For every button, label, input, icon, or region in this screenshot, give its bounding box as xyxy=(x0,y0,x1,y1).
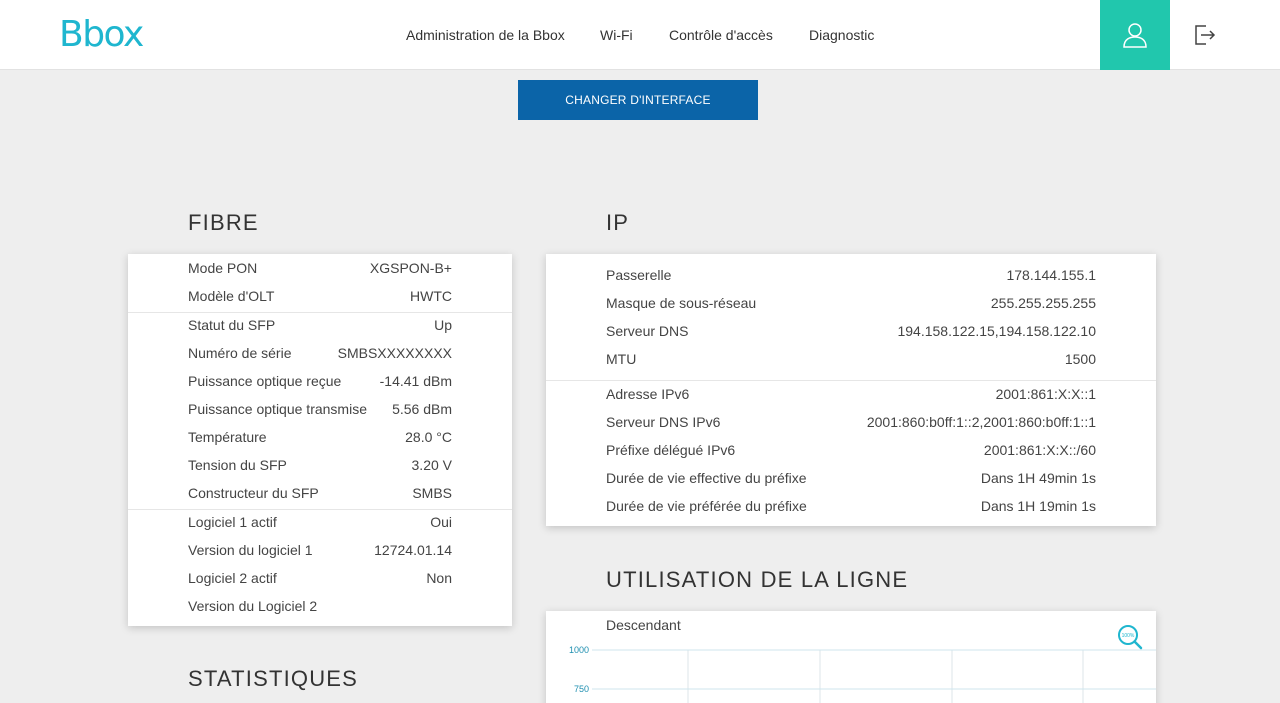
ip-row-value: 194.158.122.15,194.158.122.10 xyxy=(897,323,1096,339)
fibre-row: Puissance optique reçue -14.41 dBm xyxy=(128,368,512,396)
fibre-row: Version du logiciel 1 12724.01.14 xyxy=(128,537,512,565)
ip-row: Masque de sous-réseau 255.255.255.255 xyxy=(546,290,1156,318)
fibre-row-label: Logiciel 1 actif xyxy=(188,514,277,530)
ligne-chart-card: Descendant 100% 1000 750 xyxy=(546,611,1156,703)
ip-row-value: 2001:860:b0ff:1::2,2001:860:b0ff:1::1 xyxy=(866,414,1096,430)
fibre-card: Mode PON XGSPON-B+ Modèle d'OLT HWTC Statut … xyxy=(128,254,512,626)
nav-controle-acces[interactable]: Contrôle d'accès xyxy=(669,27,773,43)
fibre-row-label: Numéro de série xyxy=(188,345,292,361)
fibre-row-label: Tension du SFP xyxy=(188,457,287,473)
fibre-row: Version du Logiciel 2 xyxy=(128,593,512,621)
fibre-row-value: 12724.01.14 xyxy=(374,542,452,558)
fibre-row-label: Température xyxy=(188,429,267,445)
statistiques-section-title: STATISTIQUES xyxy=(188,666,359,691)
fibre-row-value: 3.20 V xyxy=(411,457,452,473)
fibre-row-label: Statut du SFP xyxy=(188,317,276,333)
line-chart: 1000 750 xyxy=(569,645,1156,703)
ip-row-value: 255.255.255.255 xyxy=(990,295,1096,311)
ip-row-label: Masque de sous-réseau xyxy=(606,295,757,311)
fibre-row-value: 28.0 °C xyxy=(405,429,452,445)
fibre-row: Tension du SFP 3.20 V xyxy=(128,452,512,480)
fibre-row-value: Non xyxy=(426,570,452,586)
fibre-section-title: FIBRE xyxy=(188,210,259,235)
fibre-row-value: Up xyxy=(434,317,452,333)
change-interface-button[interactable]: CHANGER D'INTERFACE xyxy=(518,80,758,120)
ip-section-title: IP xyxy=(606,210,630,235)
fibre-row: Constructeur du SFP SMBS xyxy=(128,480,512,508)
fibre-row-label: Version du logiciel 1 xyxy=(188,542,313,558)
fibre-row-value: SMBS xyxy=(412,485,452,501)
ip-row: Passerelle 178.144.155.1 xyxy=(546,262,1156,290)
fibre-row-label: Puissance optique reçue xyxy=(188,373,342,389)
fibre-row: Statut du SFP Up xyxy=(128,312,512,340)
ip-row-value: Dans 1H 49min 1s xyxy=(980,470,1096,486)
fibre-row: Modèle d'OLT HWTC xyxy=(128,283,512,311)
ligne-section-title: UTILISATION DE LA LIGNE xyxy=(606,567,909,592)
ip-row-label: Durée de vie préférée du préfixe xyxy=(606,498,807,514)
fibre-row-label: Modèle d'OLT xyxy=(188,288,275,304)
fibre-row-label: Puissance optique transmise xyxy=(188,401,367,417)
fibre-row-label: Version du Logiciel 2 xyxy=(188,598,318,614)
ip-row: Serveur DNS 194.158.122.15,194.158.122.10 xyxy=(546,318,1156,346)
ip-row: Adresse IPv6 2001:861:X:X::1 xyxy=(546,381,1156,409)
ip-row-value: 2001:861:X:X::1 xyxy=(995,386,1096,402)
logout-icon xyxy=(1195,25,1216,45)
chart-ytick-label: 750 xyxy=(574,684,589,694)
ip-row-value: 2001:861:X:X::/60 xyxy=(983,442,1096,458)
fibre-row-label: Constructeur du SFP xyxy=(188,485,319,501)
ip-row-label: Passerelle xyxy=(606,267,672,283)
nav-diagnostic[interactable]: Diagnostic xyxy=(809,27,874,43)
user-account-button[interactable] xyxy=(1100,0,1170,70)
fibre-row-value: HWTC xyxy=(410,288,452,304)
ip-row-label: Adresse IPv6 xyxy=(606,386,690,402)
fibre-row: Logiciel 2 actif Non xyxy=(128,565,512,593)
nav-administration[interactable]: Administration de la Bbox xyxy=(406,27,565,43)
fibre-row: Mode PON XGSPON-B+ xyxy=(128,255,512,283)
chart-ytick-label: 1000 xyxy=(569,645,589,655)
ip-row-value: Dans 1H 19min 1s xyxy=(980,498,1096,514)
fibre-row-value: SMBSXXXXXXXX xyxy=(337,345,452,361)
bbox-logo[interactable]: Bbox xyxy=(59,14,144,55)
ip-row: Durée de vie effective du préfixe Dans 1H… xyxy=(546,465,1156,493)
fibre-row-label: Mode PON xyxy=(188,260,258,276)
ip-row-label: Préfixe délégué IPv6 xyxy=(606,442,736,458)
fibre-row: Température 28.0 °C xyxy=(128,424,512,452)
ip-card: Passerelle 178.144.155.1 Masque de sous-ré… xyxy=(546,254,1156,526)
user-icon xyxy=(1123,23,1147,48)
ip-row: MTU 1500 xyxy=(546,346,1156,374)
ip-row: Serveur DNS IPv6 2001:860:b0ff:1::2,2001:… xyxy=(546,409,1156,437)
fibre-row-value: Oui xyxy=(430,514,452,530)
ip-row-label: Durée de vie effective du préfixe xyxy=(606,470,807,486)
ip-row-label: MTU xyxy=(606,351,637,367)
fibre-row: Numéro de série SMBSXXXXXXXX xyxy=(128,340,512,368)
ip-row-label: Serveur DNS xyxy=(606,323,689,339)
fibre-row-value: -14.41 dBm xyxy=(379,373,452,389)
ip-row-label: Serveur DNS IPv6 xyxy=(606,414,721,430)
nav-wifi[interactable]: Wi-Fi xyxy=(600,27,633,43)
fibre-row-label: Logiciel 2 actif xyxy=(188,570,277,586)
fibre-row-value: 5.56 dBm xyxy=(392,401,452,417)
logout-button[interactable] xyxy=(1170,0,1240,70)
ip-row-value: 178.144.155.1 xyxy=(1006,267,1096,283)
fibre-row-value: XGSPON-B+ xyxy=(369,260,452,276)
ip-row: Durée de vie préférée du préfixe Dans 1H … xyxy=(546,493,1156,521)
ip-row-value: 1500 xyxy=(1064,351,1096,367)
fibre-row: Puissance optique transmise 5.56 dBm xyxy=(128,396,512,424)
top-header: Bbox Administration de la Bbox Wi-Fi Con… xyxy=(0,0,1280,70)
fibre-row: Logiciel 1 actif Oui xyxy=(128,509,512,537)
ip-row: Préfixe délégué IPv6 2001:861:X:X::/60 xyxy=(546,437,1156,465)
